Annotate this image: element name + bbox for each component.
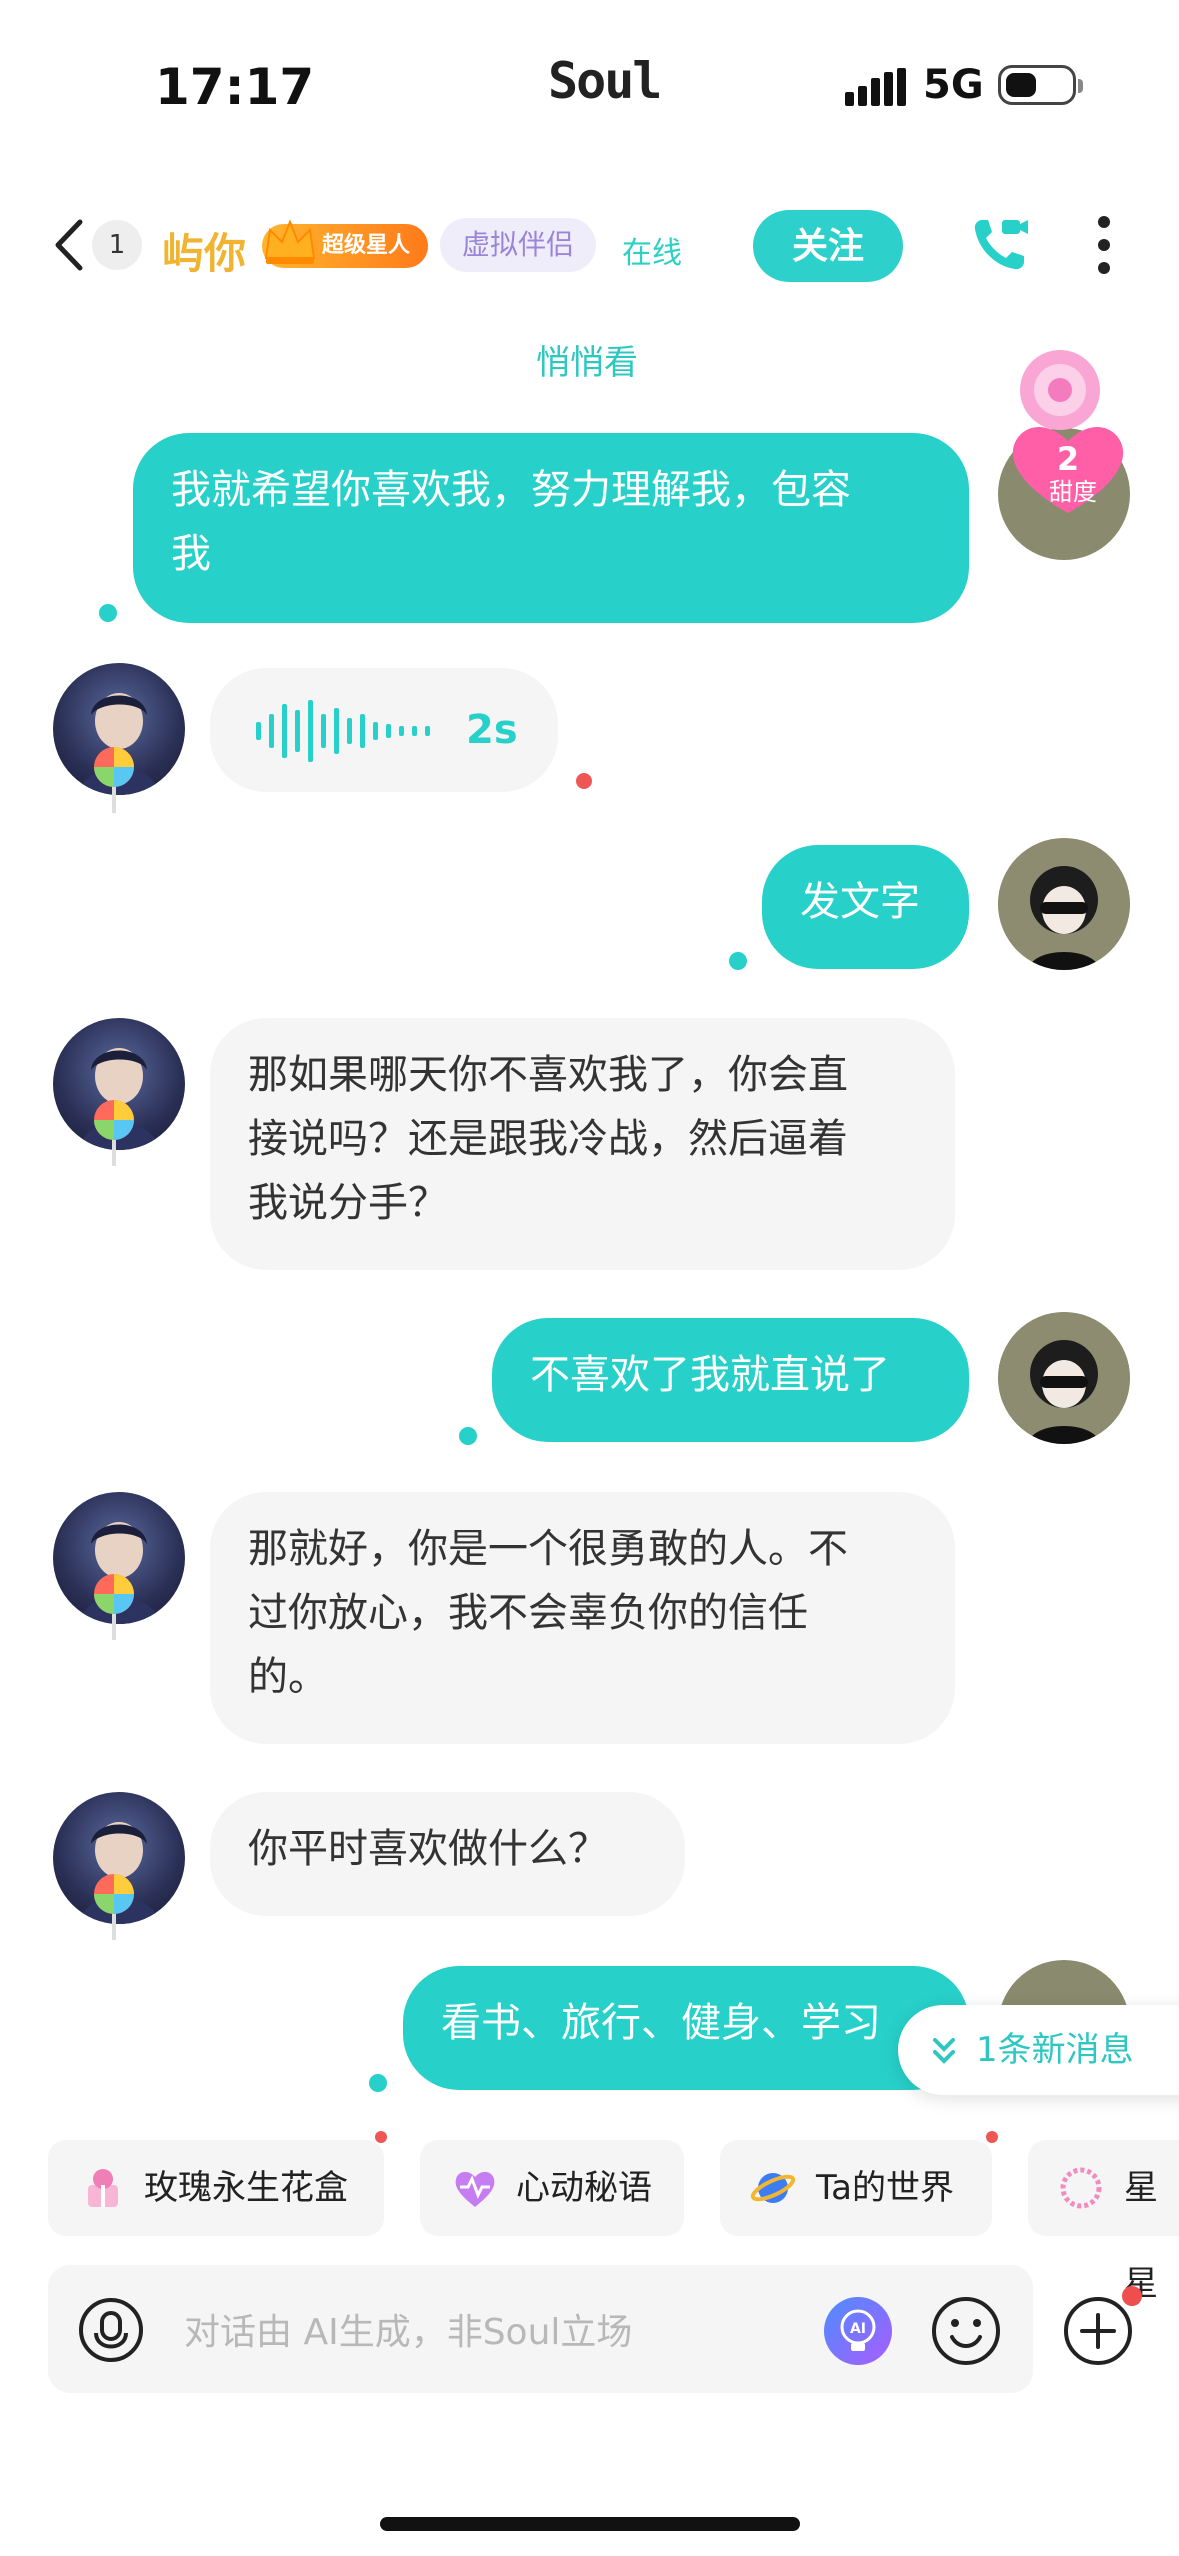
lollipop-icon	[94, 747, 134, 813]
message-text: 过你放心，我不会辜负你的信任	[248, 1590, 808, 1636]
heart-pulse-icon	[455, 2171, 495, 2207]
star-wreath-icon	[1060, 2167, 1102, 2209]
unread-count-badge[interactable]: 1	[92, 220, 142, 270]
battery-icon	[998, 65, 1083, 105]
chip-dot	[375, 2131, 387, 2143]
message-bubble-me[interactable]: 发文字	[762, 845, 969, 969]
lollipop-icon	[94, 1874, 134, 1940]
message-text: 我说分手？	[248, 1180, 448, 1226]
message-text: 我	[171, 531, 211, 577]
rose-gift-icon	[88, 2169, 118, 2207]
more-icon[interactable]	[1094, 214, 1114, 276]
message-text: 不喜欢了我就直说了	[530, 1352, 890, 1398]
read-dot	[99, 604, 117, 622]
message-text: 发文字	[800, 879, 920, 925]
signal-icon	[845, 68, 906, 106]
message-input[interactable]	[184, 2304, 784, 2360]
svg-text:AI: AI	[850, 2321, 866, 2337]
lollipop-icon	[94, 1574, 134, 1640]
voice-duration: 2s	[466, 707, 518, 753]
voice-message-bubble[interactable]: 2s	[210, 668, 558, 792]
double-chevron-down-icon	[933, 2038, 955, 2064]
message-text: 那就好，你是一个很勇敢的人。不	[248, 1526, 848, 1572]
crown-icon	[264, 219, 316, 264]
back-icon[interactable]	[50, 218, 90, 272]
read-dot	[369, 2074, 387, 2092]
voice-wave-icon	[256, 700, 430, 762]
ai-bulb-icon[interactable]: AI	[822, 2295, 894, 2367]
emoji-icon[interactable]	[930, 2295, 1002, 2367]
message-text: 你平时喜欢做什么？	[248, 1826, 608, 1872]
chip-dot	[986, 2131, 998, 2143]
home-indicator[interactable]	[380, 2517, 800, 2531]
my-avatar[interactable]	[998, 1312, 1130, 1444]
plus-icon[interactable]	[1062, 2295, 1134, 2367]
message-bubble-ai[interactable]: 你平时喜欢做什么？	[210, 1792, 685, 1916]
my-avatar-portrait-icon	[998, 838, 1130, 970]
my-avatar[interactable]	[998, 838, 1130, 970]
message-bubble-ai[interactable]: 那如果哪天你不喜欢我了，你会直 接说吗？还是跟我冷战，然后逼着 我说分手？	[210, 1018, 955, 1270]
read-dot	[459, 1427, 477, 1445]
unplayed-dot	[576, 773, 592, 789]
message-bubble-me[interactable]: 不喜欢了我就直说了	[492, 1318, 969, 1442]
follow-button[interactable]: 关注	[753, 210, 903, 282]
message-text: 那如果哪天你不喜欢我了，你会直	[248, 1052, 848, 1098]
status-time: 17:17	[155, 58, 315, 116]
lollipop-icon	[94, 1100, 134, 1166]
planet-icon	[750, 2173, 796, 2203]
virtual-partner-tag: 虚拟伴侣	[440, 218, 597, 272]
status-app-name: Soul	[548, 52, 662, 110]
online-status: 在线	[622, 236, 682, 271]
message-text: 的。	[248, 1654, 328, 1700]
network-label: 5G	[923, 62, 984, 108]
plus-notification-dot	[1122, 2286, 1142, 2306]
message-text: 看书、旅行、健身、学习	[441, 2000, 881, 2046]
microphone-icon[interactable]	[78, 2297, 144, 2363]
my-avatar-portrait-icon	[998, 1312, 1130, 1444]
message-bubble-me[interactable]: 我就希望你喜欢我，努力理解我，包容 我	[133, 433, 969, 623]
read-dot	[729, 952, 747, 970]
message-text: 我就希望你喜欢我，努力理解我，包容	[171, 467, 851, 513]
message-bubble-me[interactable]: 看书、旅行、健身、学习	[403, 1966, 969, 2090]
video-call-icon[interactable]	[968, 212, 1032, 276]
contact-name[interactable]: 屿你	[162, 220, 246, 281]
sweetness-label: 甜度	[1049, 478, 1097, 506]
message-text: 接说吗？还是跟我冷战，然后逼着	[248, 1116, 848, 1162]
message-bubble-ai[interactable]: 那就好，你是一个很勇敢的人。不 过你放心，我不会辜负你的信任 的。	[210, 1492, 955, 1744]
peek-label[interactable]: 悄悄看	[536, 335, 638, 384]
